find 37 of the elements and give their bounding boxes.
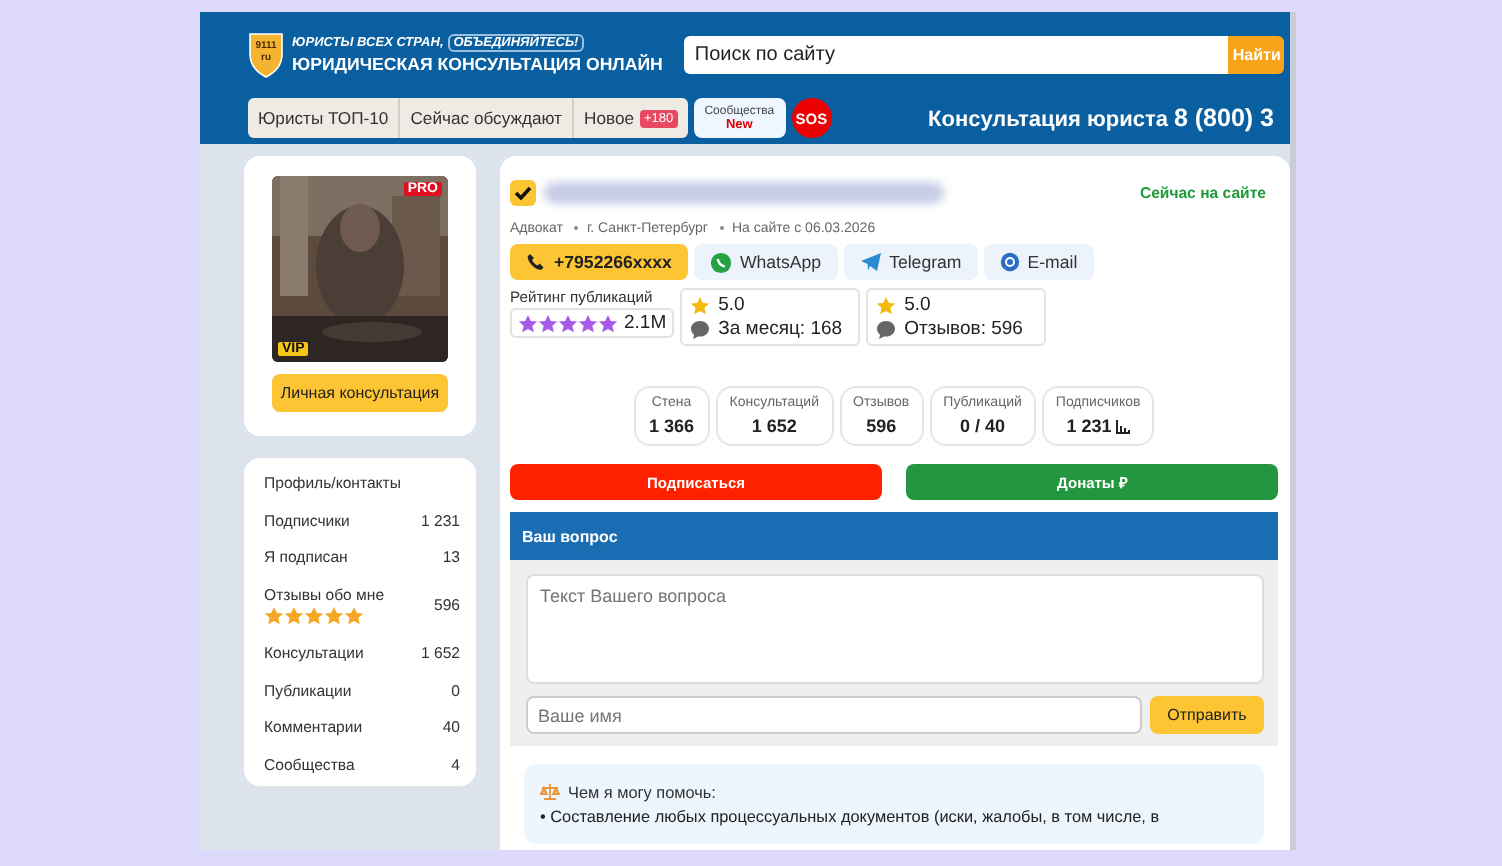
stat-value: 1 366 [649, 416, 695, 436]
stat-value: 1 652 [751, 416, 797, 436]
star-icon [690, 295, 711, 315]
stat-value: 1 231 [1066, 416, 1112, 436]
paper-plane-icon [859, 252, 882, 272]
question-field[interactable]: Текст Вашего вопроса [526, 574, 1264, 684]
speech-bubble-icon [690, 319, 711, 339]
hotline-phone[interactable]: 8 (800) 3 [1173, 104, 1274, 132]
score: 5.0 [904, 294, 933, 316]
score: 5.0 [718, 294, 747, 316]
rating-value: 2.1M [624, 312, 667, 334]
review-count: За месяц: 168 [718, 318, 845, 340]
contact-button[interactable]: +7952266xxxx [510, 244, 688, 280]
check-icon [510, 179, 536, 205]
nav-tab[interactable]: Сейчас обсуждают [400, 98, 574, 138]
search-field[interactable]: Поиск по сайту [684, 35, 1229, 73]
site-title[interactable]: ЮРИДИЧЕСКАЯ КОНСУЛЬТАЦИЯ ОНЛАЙН [292, 54, 663, 74]
contact-button[interactable]: WhatsApp [693, 244, 838, 280]
nav-tab[interactable]: Юристы ТОП-10 [248, 98, 401, 138]
name-field[interactable]: Ваше имя [526, 696, 1142, 734]
contact-button[interactable]: E-mail [983, 244, 1094, 280]
contact-button[interactable]: Telegram [843, 244, 978, 280]
phone-icon [526, 252, 546, 272]
form-header: Ваш вопрос [510, 512, 1278, 560]
star-icon [876, 295, 897, 315]
speech-bubble-icon [876, 319, 897, 339]
stat-value: 596 [866, 416, 897, 436]
help-title: Чем я могу помочь: [568, 783, 716, 801]
scales-icon [540, 782, 560, 802]
consultation-button[interactable]: Личная консультация [272, 374, 448, 412]
review-count: Отзывов: 596 [904, 318, 1025, 340]
stat-value: 0 / 40 [960, 416, 1006, 436]
hotline-label: Консультация юриста [928, 108, 1168, 132]
chat-bubble-icon [709, 251, 732, 273]
help-item: • Составление любых процессуальных документов (иски, жалобы, в том числе, в [540, 808, 1162, 826]
send-button[interactable]: Отправить [1150, 696, 1264, 734]
at-sign-icon [999, 252, 1020, 272]
